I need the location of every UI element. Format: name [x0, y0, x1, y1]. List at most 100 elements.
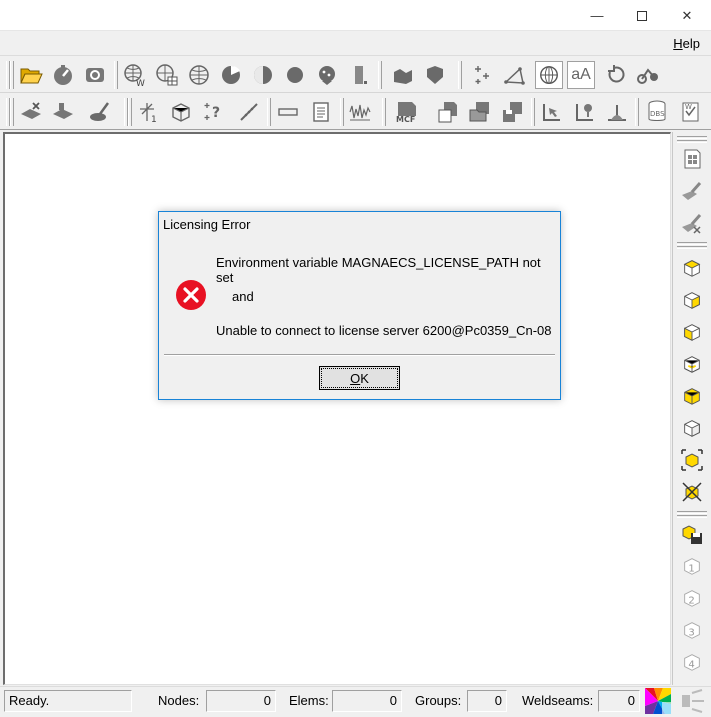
cube-2-icon[interactable] — [677, 285, 707, 315]
cube-save-icon[interactable] — [677, 519, 707, 549]
rect-icon[interactable] — [274, 98, 302, 126]
title-bar: — ✕ — [0, 0, 711, 31]
cube-5-icon[interactable] — [677, 381, 707, 411]
cube-4-icon[interactable] — [677, 349, 707, 379]
axis-icon[interactable]: 1 — [135, 98, 163, 126]
maximize-button[interactable] — [619, 0, 665, 31]
toolbar-grip[interactable] — [10, 98, 14, 126]
folder-icon[interactable] — [466, 98, 494, 126]
toolbar-grip[interactable] — [10, 61, 14, 89]
toolbar-separator — [677, 246, 707, 249]
main-toolbar: W aA — [0, 57, 711, 93]
toolbar-separator — [378, 61, 382, 89]
sphere-dots-icon[interactable] — [313, 61, 341, 89]
svg-text:W: W — [685, 103, 692, 111]
cube-1-icon[interactable] — [677, 253, 707, 283]
doc-w-icon[interactable] — [434, 98, 462, 126]
cube-num-2-icon[interactable]: 2 — [677, 583, 707, 613]
toolbar-separator — [114, 61, 118, 89]
sphere-shade-icon[interactable] — [249, 61, 277, 89]
toolbar-grip[interactable] — [677, 140, 707, 143]
wire-globe-icon[interactable] — [535, 61, 563, 89]
angle-icon[interactable] — [603, 98, 631, 126]
weldseams-count: 0 — [598, 690, 640, 712]
toolbar-grip[interactable] — [677, 136, 707, 139]
svg-text:?: ? — [212, 105, 220, 121]
open-folder-icon[interactable] — [17, 61, 45, 89]
svg-text:2: 2 — [688, 596, 694, 607]
menu-help[interactable]: Help — [673, 36, 700, 51]
close-button[interactable]: ✕ — [664, 0, 710, 31]
globe-w-icon[interactable]: W — [121, 61, 149, 89]
minimize-icon: — — [590, 8, 604, 23]
dialog-message-line2: and — [232, 289, 254, 304]
globe-icon[interactable] — [185, 61, 213, 89]
capture-icon[interactable] — [81, 61, 109, 89]
ok-button[interactable]: OK — [319, 366, 400, 390]
light-icon[interactable] — [680, 689, 706, 713]
status-message: Ready. — [4, 690, 132, 712]
right-toolbar: 1 2 3 4 — [672, 132, 711, 685]
dialog-message-line1: Environment variable MAGNAECS_LICENSE_PA… — [216, 255, 541, 285]
svg-text:1: 1 — [688, 564, 694, 575]
toolbar-separator — [128, 98, 132, 126]
globe-grid-icon[interactable] — [153, 61, 181, 89]
brush-x-icon[interactable] — [677, 208, 707, 238]
scale-icon[interactable] — [49, 61, 77, 89]
dbs-icon[interactable]: DBS — [643, 98, 671, 126]
nodes-count: 0 — [206, 690, 276, 712]
part-icon[interactable] — [49, 98, 77, 126]
toolbar-separator — [340, 98, 344, 126]
minimize-button[interactable]: — — [574, 0, 620, 31]
column-icon[interactable] — [345, 61, 373, 89]
pin-icon[interactable] — [571, 98, 599, 126]
svg-text:3: 3 — [688, 628, 694, 639]
svg-text:1: 1 — [151, 115, 157, 124]
doc-check-icon[interactable]: W — [677, 98, 705, 126]
toolbar-separator — [458, 61, 462, 89]
solid-icon[interactable] — [389, 61, 417, 89]
sphere-icon[interactable] — [281, 61, 309, 89]
sparkle-icon[interactable] — [468, 61, 496, 89]
waveform-icon[interactable] — [346, 98, 374, 126]
text-size-icon[interactable]: aA — [567, 61, 595, 89]
rotate-icon[interactable] — [602, 61, 630, 89]
sheet-grid-icon[interactable] — [677, 144, 707, 174]
mcf-icon[interactable]: MCF — [393, 98, 421, 126]
bike-icon[interactable] — [634, 61, 662, 89]
cube-3-icon[interactable] — [677, 317, 707, 347]
groups-label: Groups: — [415, 693, 462, 708]
nodes-label: Nodes: — [158, 693, 200, 708]
licensing-error-dialog: Licensing Error Environment variable MAG… — [158, 211, 561, 400]
color-palette-icon[interactable] — [645, 688, 671, 714]
cursor-tree-icon[interactable] — [538, 98, 566, 126]
save-icon[interactable] — [499, 98, 527, 126]
cube-num-1-icon[interactable]: 1 — [677, 551, 707, 581]
cube-num-3-icon[interactable]: 3 — [677, 615, 707, 645]
measure-icon[interactable] — [235, 98, 263, 126]
delete-part-icon[interactable] — [17, 98, 45, 126]
toolbar-separator — [677, 515, 707, 518]
cube-6-icon[interactable] — [677, 413, 707, 443]
toolbar-separator — [382, 98, 386, 126]
svg-text:DBS: DBS — [650, 110, 665, 118]
svg-text:MCF: MCF — [396, 115, 415, 124]
cube-x-icon[interactable] — [677, 477, 707, 507]
toolbar-separator — [267, 98, 271, 126]
shield-solid-icon[interactable] — [421, 61, 449, 89]
dialog-divider — [164, 354, 555, 356]
svg-text:W: W — [136, 79, 145, 87]
toolbar-separator — [635, 98, 639, 126]
document-icon[interactable] — [307, 98, 335, 126]
brush-icon[interactable] — [85, 98, 113, 126]
cube-num-4-icon[interactable]: 4 — [677, 647, 707, 677]
elems-label: Elems: — [289, 693, 329, 708]
cube-select-icon[interactable] — [677, 445, 707, 475]
brush-dim-icon[interactable] — [677, 176, 707, 206]
elems-count: 0 — [332, 690, 402, 712]
close-icon: ✕ — [681, 7, 693, 23]
triangle-points-icon[interactable] — [500, 61, 528, 89]
sparkle-query-icon[interactable]: ? — [199, 98, 227, 126]
sphere-cut-icon[interactable] — [217, 61, 245, 89]
cube-icon[interactable] — [167, 98, 195, 126]
